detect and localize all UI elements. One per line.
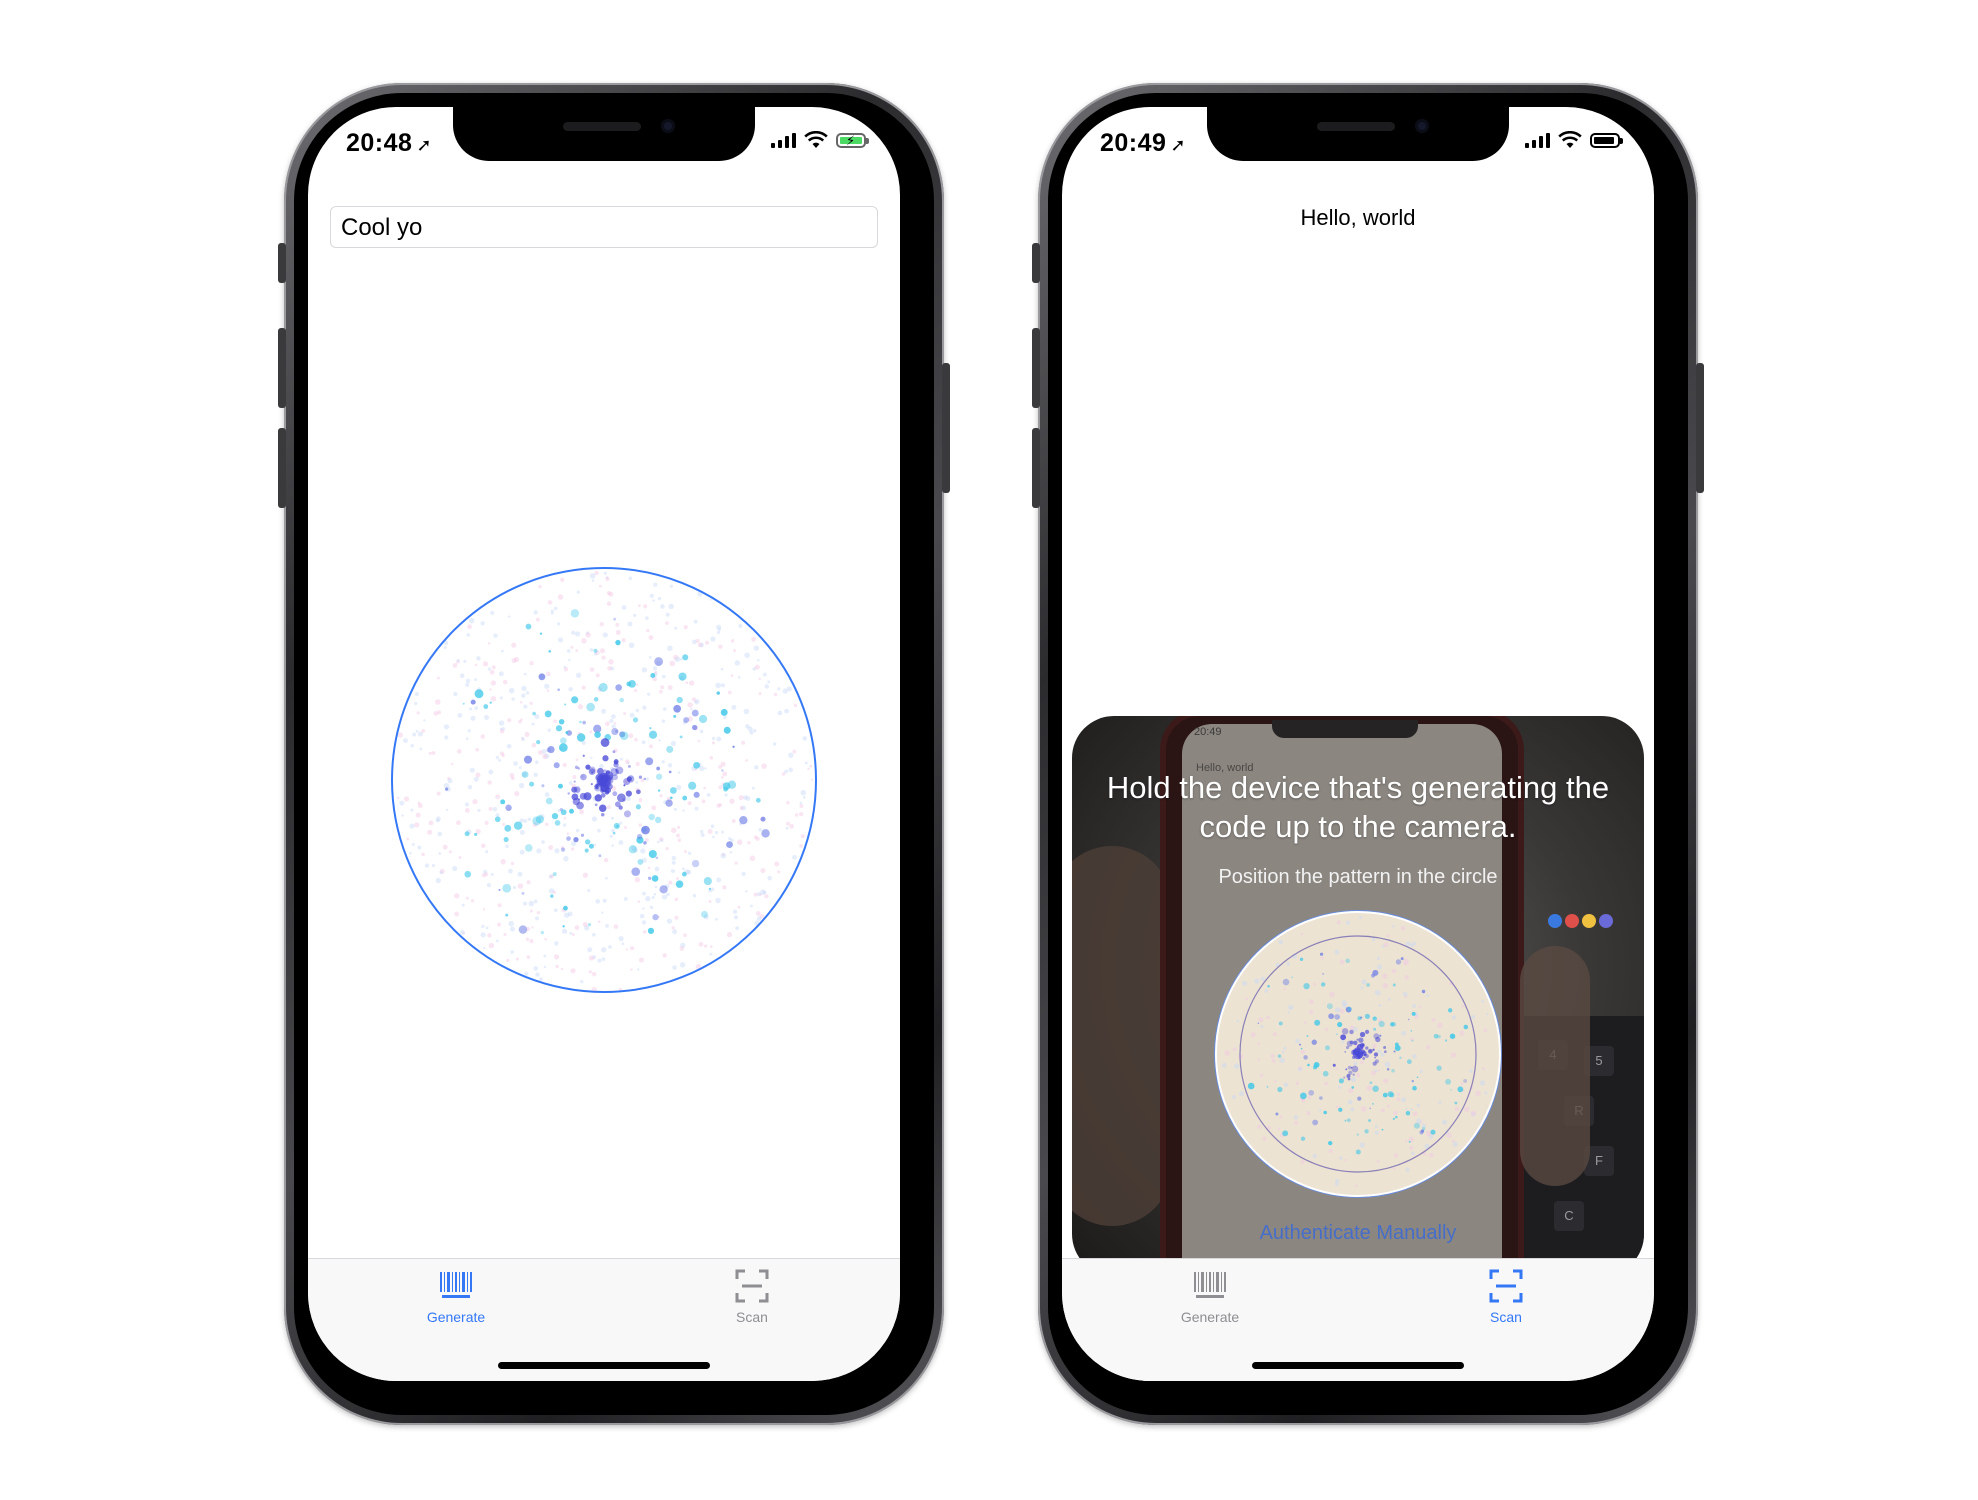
- tab-scan[interactable]: Scan: [682, 1269, 822, 1325]
- home-indicator[interactable]: [498, 1362, 710, 1369]
- signal-icon: [1525, 132, 1550, 148]
- signal-icon: [771, 132, 796, 148]
- volume-down-button: [1032, 428, 1040, 508]
- tab-bar: Generate Scan: [1062, 1258, 1654, 1381]
- status-time-text: 20:48: [346, 129, 413, 157]
- left-phone-frame: 20:48 ➚ ⚡ Cool yo Generate Scan: [278, 83, 950, 1425]
- scan-frame-icon: [1489, 1269, 1523, 1303]
- charging-bolt-icon: ⚡: [846, 132, 856, 148]
- tab-scan-label: Scan: [1490, 1309, 1522, 1325]
- camera-hand-left: [1072, 846, 1172, 1226]
- location-icon: ➚: [416, 135, 433, 155]
- right-phone-frame: 20:49➚ Hello, world 4 5 R F C: [1032, 83, 1704, 1425]
- status-icons: ⚡: [771, 131, 869, 149]
- volume-down-button: [278, 428, 286, 508]
- authenticate-manually-link[interactable]: Authenticate Manually: [1072, 1222, 1644, 1245]
- barcode-icon: [440, 1272, 472, 1298]
- volume-up-button: [278, 328, 286, 408]
- notch: [453, 107, 755, 161]
- wifi-icon: [1558, 131, 1582, 148]
- barcode-icon: [1194, 1272, 1226, 1298]
- right-screen: 20:49➚ Hello, world 4 5 R F C: [1062, 107, 1654, 1381]
- speaker-grille: [1317, 122, 1395, 131]
- tab-generate-label: Generate: [1180, 1309, 1240, 1325]
- camera-hand-right: [1520, 946, 1590, 1186]
- camera-dock-icons: [1548, 914, 1613, 928]
- tab-generate-label: Generate: [426, 1309, 486, 1325]
- volume-up-button: [1032, 328, 1040, 408]
- battery-icon: [1590, 132, 1623, 148]
- scan-instruction-title: Hold the device that's generating the co…: [1106, 770, 1610, 844]
- camera-phone-time: 20:49: [1194, 726, 1222, 738]
- mute-switch: [278, 243, 286, 283]
- generated-pattern: [390, 566, 818, 994]
- wifi-icon: [804, 131, 828, 148]
- tab-generate[interactable]: Generate: [386, 1269, 526, 1325]
- speaker-grille: [563, 122, 641, 131]
- front-camera: [1415, 119, 1429, 133]
- scan-instruction-subtitle: Position the pattern in the circle: [1218, 866, 1498, 888]
- front-camera: [661, 119, 675, 133]
- status-time: 20:49 ➚: [1100, 129, 1186, 158]
- mute-switch: [1032, 243, 1040, 283]
- battery-icon: ⚡: [836, 132, 869, 148]
- status-icons: [1525, 131, 1623, 149]
- power-button: [1696, 363, 1704, 493]
- tab-scan-label: Scan: [736, 1309, 768, 1325]
- left-screen: 20:48 ➚ ⚡ Cool yo Generate Scan: [308, 107, 900, 1381]
- home-indicator[interactable]: [1252, 1362, 1464, 1369]
- camera-phone-notch: [1272, 720, 1418, 738]
- tab-scan[interactable]: Scan: [1436, 1269, 1576, 1325]
- power-button: [942, 363, 950, 493]
- greeting-text: Hello, world: [1300, 205, 1416, 230]
- scan-frame-icon: [735, 1269, 769, 1303]
- status-time: 20:48 ➚: [346, 129, 432, 158]
- tab-bar: Generate Scan: [308, 1258, 900, 1381]
- scan-sheet: 4 5 R F C 20:49 Hello, world Hold the de…: [1072, 716, 1644, 1276]
- message-input[interactable]: Cool yo: [330, 206, 878, 248]
- notch: [1207, 107, 1509, 161]
- status-time-text: 20:49: [1100, 129, 1167, 157]
- tab-generate[interactable]: Generate: [1140, 1269, 1280, 1325]
- location-icon: ➚: [1170, 135, 1187, 155]
- scan-target-circle: [1215, 911, 1501, 1197]
